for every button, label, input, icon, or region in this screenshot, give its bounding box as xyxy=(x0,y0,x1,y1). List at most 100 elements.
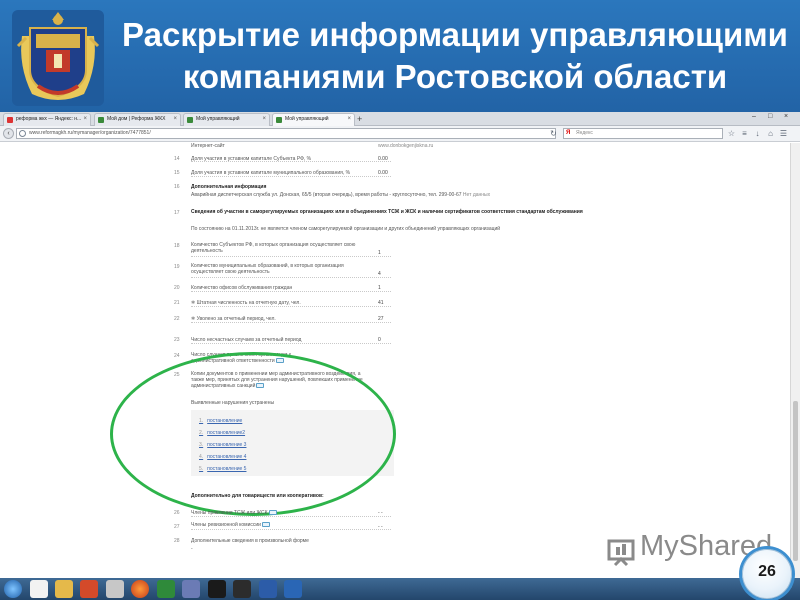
row-number: 21 xyxy=(174,300,180,306)
tab-moy-upravlyayushchiy-2[interactable]: Мой управляющий × xyxy=(272,113,355,126)
row-value: 41 xyxy=(378,300,384,306)
row-value: 0.00 xyxy=(378,156,388,162)
app-icon[interactable] xyxy=(182,580,200,598)
row-number: 14 xyxy=(174,156,180,162)
row-divider xyxy=(191,322,391,323)
slide-title-line1: Раскрытие информации управляющими xyxy=(122,16,788,53)
scrollbar-thumb[interactable] xyxy=(793,401,798,561)
row-website-value[interactable]: www.donbokgenjiskna.ru xyxy=(378,143,433,149)
rostov-coat-of-arms-icon xyxy=(12,10,104,106)
globe-icon xyxy=(19,130,26,137)
row-label: Члены ревизионной комиссии xyxy=(191,522,270,528)
bookmark-star-icon[interactable]: ☆ xyxy=(727,129,736,138)
row-label: Аварийная диспетчерская служба ул. Донск… xyxy=(191,192,491,198)
close-icon[interactable]: × xyxy=(347,114,351,125)
close-window-icon[interactable]: × xyxy=(784,113,788,120)
maximize-icon[interactable]: □ xyxy=(768,113,772,120)
row-divider xyxy=(191,529,391,530)
row-value: 0.00 xyxy=(378,170,388,176)
reforma-icon xyxy=(276,117,282,123)
coop-section-title: Дополнительно для товариществ или коопер… xyxy=(191,493,324,499)
row-label: По состоянию на 01.11.2013г. не является… xyxy=(191,226,501,232)
url-text: www.reformagkh.ru/mymanager/organization… xyxy=(29,130,151,136)
download-icon[interactable]: ↓ xyxy=(753,129,762,138)
tab-label: Мой управляющий xyxy=(285,116,329,122)
windows-taskbar: RU 2014 xyxy=(0,578,800,600)
close-icon[interactable]: × xyxy=(262,114,266,125)
row-divider xyxy=(191,343,391,344)
row-number: 27 xyxy=(174,524,180,530)
row-number: 15 xyxy=(174,170,180,176)
help-icon[interactable] xyxy=(268,510,277,515)
back-arrow-icon[interactable]: ‹ xyxy=(3,128,14,139)
row-value: 0 xyxy=(378,337,381,343)
row-label-text: Аварийная диспетчерская служба ул. Донск… xyxy=(191,192,462,198)
outlook-icon[interactable] xyxy=(284,580,302,598)
close-icon[interactable]: × xyxy=(173,114,177,125)
row-divider xyxy=(191,291,391,292)
bookmarks-list-icon[interactable]: ≡ xyxy=(740,129,749,138)
tab-moy-upravlyayushchiy-1[interactable]: Мой управляющий × xyxy=(183,113,270,126)
firefox-icon[interactable] xyxy=(131,580,149,598)
navigation-bar: ‹ www.reformagkh.ru/mymanager/organizati… xyxy=(0,126,800,142)
app-icon[interactable] xyxy=(233,580,251,598)
row-divider xyxy=(191,516,391,517)
page-scrollbar[interactable] xyxy=(790,143,800,578)
terminal-icon[interactable] xyxy=(208,580,226,598)
word-icon[interactable] xyxy=(259,580,277,598)
tab-moy-dom[interactable]: Мой дом | Реформа ЖКХ × xyxy=(94,113,181,126)
page-number-badge: 26 xyxy=(742,549,792,599)
row-value: 1 xyxy=(378,285,381,291)
slide: Раскрытие информации управляющими компан… xyxy=(0,0,800,600)
start-button-icon[interactable] xyxy=(4,580,22,598)
row-title: Сведения об участии в саморегулируемых о… xyxy=(191,209,583,215)
row-value: - - xyxy=(378,510,383,516)
row-number: 26 xyxy=(174,510,180,516)
tab-label: реформа жкх — Яндекс: н... xyxy=(16,116,82,122)
row-value: 4 xyxy=(378,271,381,277)
media-player-icon[interactable] xyxy=(80,580,98,598)
browser-window: реформа жкх — Яндекс: н... × Мой дом | Р… xyxy=(0,112,800,578)
row-number: 22 xyxy=(174,316,180,322)
row-value: - xyxy=(191,546,193,552)
close-icon[interactable]: × xyxy=(83,114,87,125)
slide-title-line2: компаниями Ростовской области xyxy=(182,58,728,95)
search-placeholder: Яндекс xyxy=(576,130,593,136)
row-number: 28 xyxy=(174,538,180,544)
highlight-ellipse xyxy=(110,352,396,516)
row-website-label: Интернет-сайт xyxy=(191,143,225,149)
explorer-app-icon[interactable] xyxy=(30,580,48,598)
row-label: Количество муниципальных образований, в … xyxy=(191,263,344,275)
refresh-icon[interactable]: ↻ xyxy=(549,129,558,138)
home-icon[interactable]: ⌂ xyxy=(766,129,775,138)
new-tab-plus-icon[interactable]: + xyxy=(357,113,362,125)
tab-yandex[interactable]: реформа жкх — Яндекс: н... × xyxy=(3,113,91,126)
yandex-icon xyxy=(7,117,13,123)
yandex-search-icon: Я xyxy=(566,130,571,136)
row-value: 1 xyxy=(378,250,381,256)
reforma-icon xyxy=(98,117,104,123)
row-divider xyxy=(191,176,391,177)
app-icon[interactable] xyxy=(106,580,124,598)
row-number: 19 xyxy=(174,264,180,270)
row-title: Дополнительная информация xyxy=(191,184,267,190)
menu-icon[interactable]: ☰ xyxy=(779,129,788,138)
minimize-icon[interactable]: – xyxy=(752,113,756,120)
slide-header: Раскрытие информации управляющими компан… xyxy=(0,0,800,112)
row-value: Нет данных xyxy=(462,192,491,198)
row-label: Дополнительные сведения в произвольной ф… xyxy=(191,538,309,544)
excel-icon[interactable] xyxy=(157,580,175,598)
row-divider xyxy=(191,161,391,162)
search-input[interactable]: Я Яндекс xyxy=(563,128,723,139)
row-number: 17 xyxy=(174,210,180,216)
help-icon[interactable] xyxy=(261,522,270,527)
tab-bar: реформа жкх — Яндекс: н... × Мой дом | Р… xyxy=(0,112,800,126)
folder-icon[interactable] xyxy=(55,580,73,598)
row-divider xyxy=(191,277,391,278)
page-number: 26 xyxy=(758,563,776,580)
address-bar[interactable]: www.reformagkh.ru/mymanager/organization… xyxy=(16,128,556,139)
row-label: Количество Субъектов РФ, в которых орган… xyxy=(191,242,356,254)
row-value: 27 xyxy=(378,316,384,322)
reforma-icon xyxy=(187,117,193,123)
tab-label: Мой дом | Реформа ЖКХ xyxy=(107,116,166,122)
